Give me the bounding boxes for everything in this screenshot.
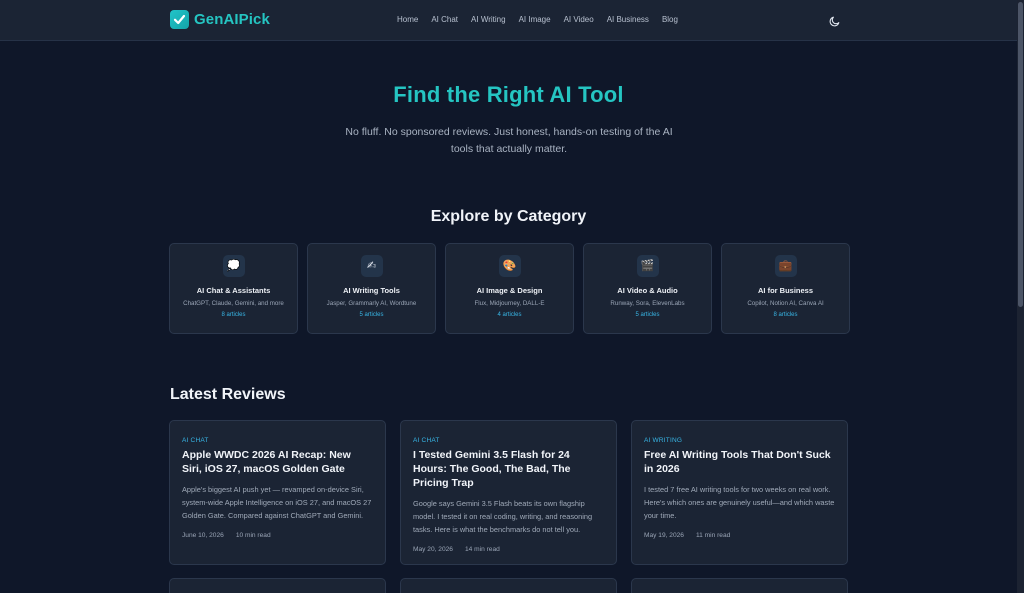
category-article-count: 8 articles (773, 312, 798, 318)
category-description: ChatGPT, Claude, Gemini, and more (183, 300, 284, 307)
main-nav: Home AI Chat AI Writing AI Image AI Vide… (397, 15, 678, 24)
checkmark-icon (170, 10, 189, 29)
review-excerpt: Apple's biggest AI push yet — revamped o… (182, 485, 372, 520)
nav-ai-image[interactable]: AI Image (519, 15, 551, 24)
category-article-count: 8 articles (221, 312, 246, 318)
category-description: Runway, Sora, ElevenLabs (610, 300, 685, 307)
category-card-ai-image[interactable]: 🎨 AI Image & Design Flux, Midjourney, DA… (445, 243, 574, 334)
review-meta: June 10, 2026 10 min read (182, 532, 373, 539)
review-meta: May 20, 2026 14 min read (413, 546, 604, 553)
category-name: AI for Business (757, 286, 813, 295)
review-card[interactable]: AI CHAT I Tested Gemini 3.5 Flash for 24… (400, 420, 617, 565)
nav-ai-chat[interactable]: AI Chat (431, 15, 458, 24)
category-article-count: 5 articles (359, 312, 384, 318)
category-description: Copilot, Notion AI, Canva AI (747, 300, 824, 307)
palette-icon: 🎨 (498, 255, 521, 277)
review-meta: May 19, 2026 11 min read (644, 532, 835, 539)
review-card[interactable] (169, 578, 386, 593)
category-card-ai-video[interactable]: 🎬 AI Video & Audio Runway, Sora, ElevenL… (583, 243, 712, 334)
clapper-icon: 🎬 (636, 255, 659, 277)
review-card[interactable]: AI CHAT Apple WWDC 2026 AI Recap: New Si… (169, 420, 386, 565)
nav-blog[interactable]: Blog (662, 15, 678, 24)
review-read-time: 11 min read (695, 532, 731, 539)
category-name: AI Video & Audio (617, 286, 678, 295)
category-card-ai-chat[interactable]: 💭 AI Chat & Assistants ChatGPT, Claude, … (169, 243, 298, 334)
nav-ai-writing[interactable]: AI Writing (471, 15, 506, 24)
moon-icon[interactable] (829, 14, 841, 27)
category-description: Flux, Midjourney, DALL-E (474, 300, 545, 307)
reviews-grid-next-row (169, 578, 848, 593)
hero-subtitle: No fluff. No sponsored reviews. Just hon… (345, 126, 673, 155)
category-card-ai-business[interactable]: 💼 AI for Business Copilot, Notion AI, Ca… (721, 243, 850, 334)
category-card-ai-writing[interactable]: ✍ AI Writing Tools Jasper, Grammarly AI,… (307, 243, 436, 334)
review-card[interactable] (400, 578, 617, 593)
review-category-tag[interactable]: AI CHAT (413, 437, 604, 444)
category-name: AI Chat & Assistants (196, 286, 271, 295)
review-card[interactable] (631, 578, 848, 593)
review-title[interactable]: Free AI Writing Tools That Don't Suck in… (644, 448, 835, 476)
review-excerpt: I tested 7 free AI writing tools for two… (644, 485, 835, 520)
hero-title: Find the Right AI Tool (393, 82, 624, 107)
review-read-time: 14 min read (464, 546, 500, 553)
category-name: AI Image & Design (476, 286, 543, 295)
review-category-tag[interactable]: AI WRITING (644, 437, 835, 444)
reviews-grid: AI CHAT Apple WWDC 2026 AI Recap: New Si… (169, 420, 848, 565)
review-date: May 19, 2026 (644, 532, 684, 539)
nav-ai-video[interactable]: AI Video (564, 15, 594, 24)
category-description: Jasper, Grammarly AI, Wordtune (326, 300, 417, 307)
review-read-time: 10 min read (235, 532, 271, 539)
review-date: May 20, 2026 (413, 546, 453, 553)
review-date: June 10, 2026 (182, 532, 224, 539)
review-excerpt: Google says Gemini 3.5 Flash beats its o… (413, 499, 593, 534)
speech-bubble-icon: 💭 (222, 255, 245, 277)
site-header: GenAIPick Home AI Chat AI Writing AI Ima… (0, 0, 1017, 41)
nav-home[interactable]: Home (397, 15, 418, 24)
nav-ai-business[interactable]: AI Business (607, 15, 649, 24)
brand-name: GenAIPick (194, 11, 270, 28)
review-card[interactable]: AI WRITING Free AI Writing Tools That Do… (631, 420, 848, 565)
reviews-heading: Latest Reviews (170, 386, 286, 403)
categories-heading: Explore by Category (430, 208, 587, 225)
review-title[interactable]: Apple WWDC 2026 AI Recap: New Siri, iOS … (182, 448, 373, 476)
category-article-count: 4 articles (497, 312, 522, 318)
category-name: AI Writing Tools (343, 286, 400, 295)
logo-link[interactable]: GenAIPick (170, 10, 270, 29)
review-category-tag[interactable]: AI CHAT (182, 437, 373, 444)
writing-hand-icon: ✍ (360, 255, 383, 277)
category-grid: 💭 AI Chat & Assistants ChatGPT, Claude, … (169, 243, 850, 334)
category-article-count: 5 articles (635, 312, 660, 318)
briefcase-icon: 💼 (774, 255, 797, 277)
review-title[interactable]: I Tested Gemini 3.5 Flash for 24 Hours: … (413, 448, 604, 490)
page-scrollbar[interactable] (1017, 0, 1024, 593)
scrollbar-thumb[interactable] (1018, 2, 1023, 307)
